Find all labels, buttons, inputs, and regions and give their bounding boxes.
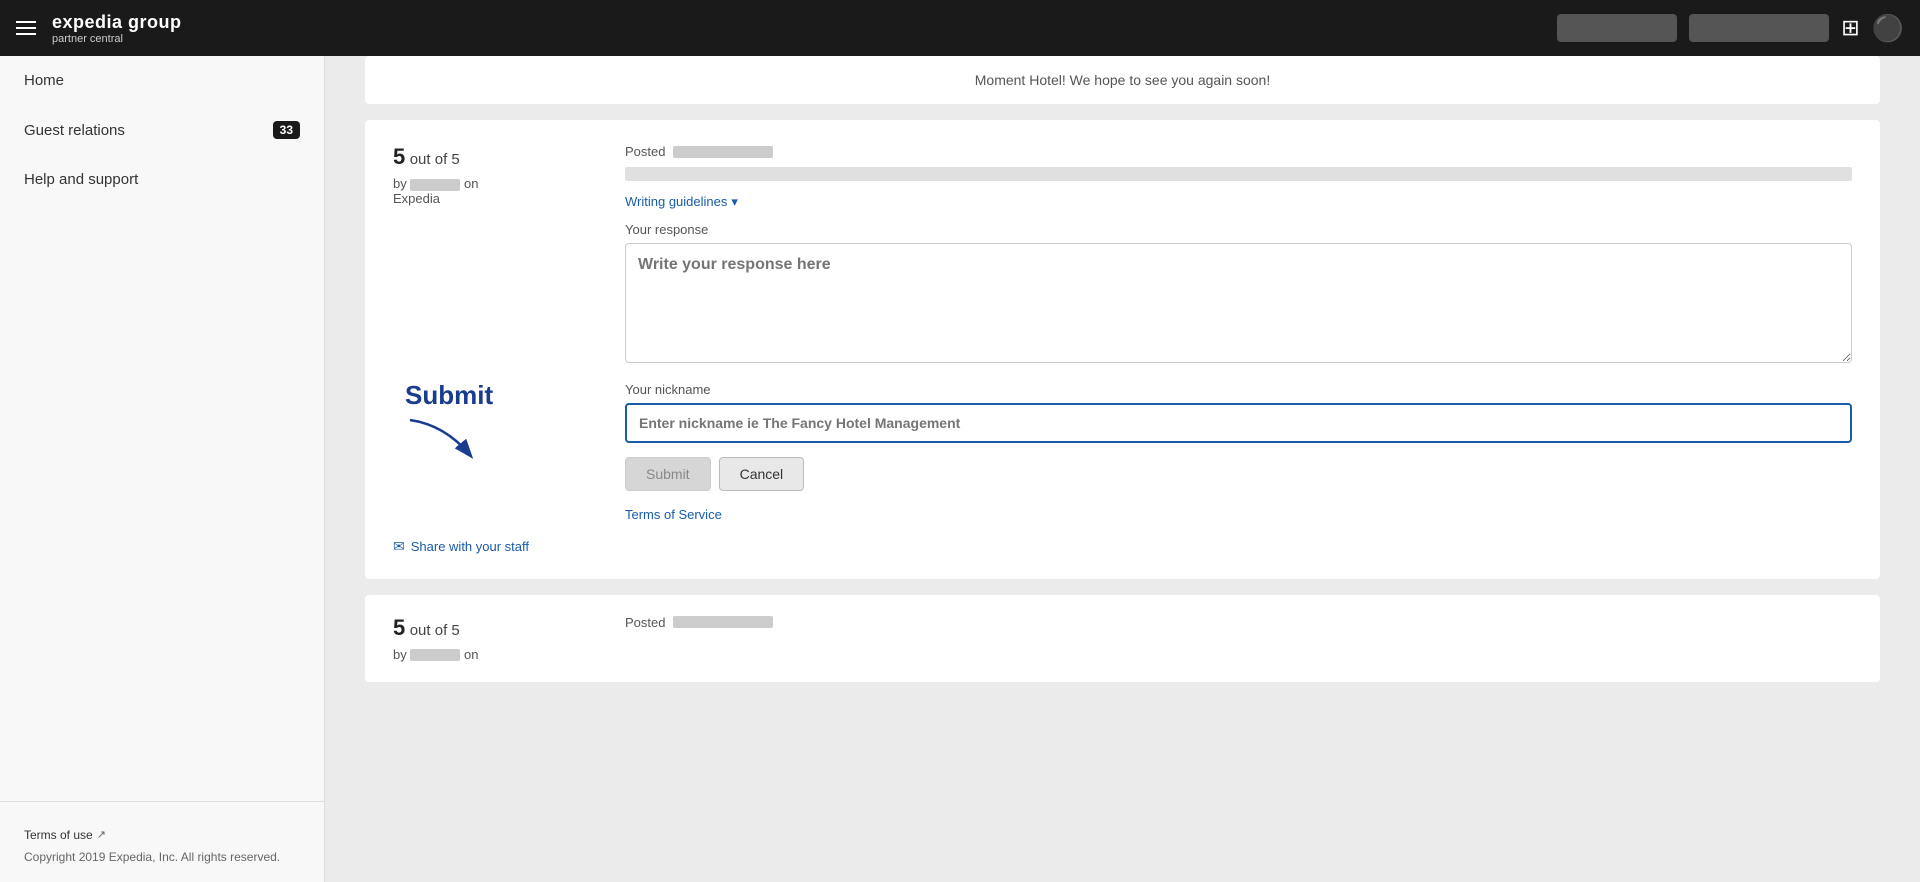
response-label: Your response (625, 222, 1852, 237)
review2-by-label: by (393, 647, 407, 662)
submit-button[interactable]: Submit (625, 457, 711, 491)
chevron-down-icon: ▾ (731, 194, 738, 210)
nickname-input[interactable] (625, 403, 1852, 443)
nickname-label: Your nickname (625, 382, 1852, 397)
logo-main-text: expedia group (52, 12, 182, 33)
sidebar-item-home[interactable]: Home (0, 56, 324, 105)
review2-on-label: on (464, 647, 478, 662)
score-number: 5 (393, 144, 405, 169)
posted-label: Posted (625, 144, 665, 159)
top-partial-text: Moment Hotel! We hope to see you again s… (975, 72, 1270, 88)
submit-annotation-text: Submit (405, 380, 493, 411)
cancel-button[interactable]: Cancel (719, 457, 805, 491)
nav-placeholder-2 (1689, 14, 1829, 42)
terms-of-service-link[interactable]: Terms of Service (625, 507, 1852, 522)
content-area: Moment Hotel! We hope to see you again s… (325, 56, 1920, 882)
logo-sub-text: partner central (52, 33, 182, 45)
review-right: Posted Writing guidelines ▾ Your respons… (625, 144, 1852, 522)
share-staff-link[interactable]: ✉ Share with your staff (393, 538, 1852, 555)
grid-icon[interactable]: ⊞ (1841, 15, 1859, 41)
review2-left: 5 out of 5 by on (393, 615, 593, 662)
review2-posted-blur (673, 616, 773, 628)
sidebar-item-guest-relations[interactable]: Guest relations 33 (0, 105, 324, 155)
share-staff-label: Share with your staff (411, 539, 529, 554)
review2-name-blur (410, 649, 460, 661)
external-link-icon: ↗ (97, 827, 106, 844)
posted-date-blur (673, 146, 773, 158)
by-label: by (393, 176, 407, 191)
review2-score: 5 (393, 615, 405, 640)
terms-of-use-link[interactable]: Terms of use (24, 826, 93, 844)
home-label: Home (24, 72, 64, 89)
review-card-2: 5 out of 5 by on Posted (365, 595, 1880, 682)
sidebar: Home Guest relations 33 Help and support… (0, 56, 325, 882)
platform-label: Expedia (393, 191, 593, 206)
review2-posted-label: Posted (625, 615, 665, 630)
help-support-label: Help and support (24, 171, 138, 188)
review-text-blur (625, 167, 1852, 181)
reviewer-info: by on (393, 176, 593, 191)
review-card-1: 5 out of 5 by on Expedia Submit (365, 120, 1880, 579)
writing-guidelines-link[interactable]: Writing guidelines ▾ (625, 194, 738, 210)
review-left: 5 out of 5 by on Expedia Submit (393, 144, 593, 522)
response-textarea[interactable] (625, 243, 1852, 363)
review2-reviewer-info: by on (393, 647, 593, 662)
rating-display: 5 out of 5 (393, 144, 593, 170)
writing-guidelines-label: Writing guidelines (625, 194, 727, 209)
sidebar-item-help-support[interactable]: Help and support (0, 155, 324, 204)
top-partial-card: Moment Hotel! We hope to see you again s… (365, 56, 1880, 104)
submit-arrow (405, 415, 485, 465)
guest-relations-label: Guest relations (24, 122, 125, 139)
user-icon[interactable]: ⚫ (1872, 13, 1904, 44)
on-label: on (464, 176, 478, 191)
logo: expedia group partner central (52, 12, 182, 45)
hamburger-menu[interactable] (16, 21, 36, 35)
review2-right: Posted (625, 615, 1852, 662)
nav-placeholder-1 (1557, 14, 1677, 42)
mail-icon: ✉ (393, 538, 405, 555)
review2-out-of: out of 5 (410, 622, 460, 639)
copyright-text: Copyright 2019 Expedia, Inc. All rights … (24, 848, 300, 866)
terms-label: Terms of use (24, 828, 93, 842)
top-nav: expedia group partner central ⊞ ⚫ (0, 0, 1920, 56)
out-of-label: out of 5 (410, 151, 460, 168)
reviewer-name-blur (410, 179, 460, 191)
guest-relations-badge: 33 (273, 121, 300, 139)
review2-rating-display: 5 out of 5 (393, 615, 593, 641)
